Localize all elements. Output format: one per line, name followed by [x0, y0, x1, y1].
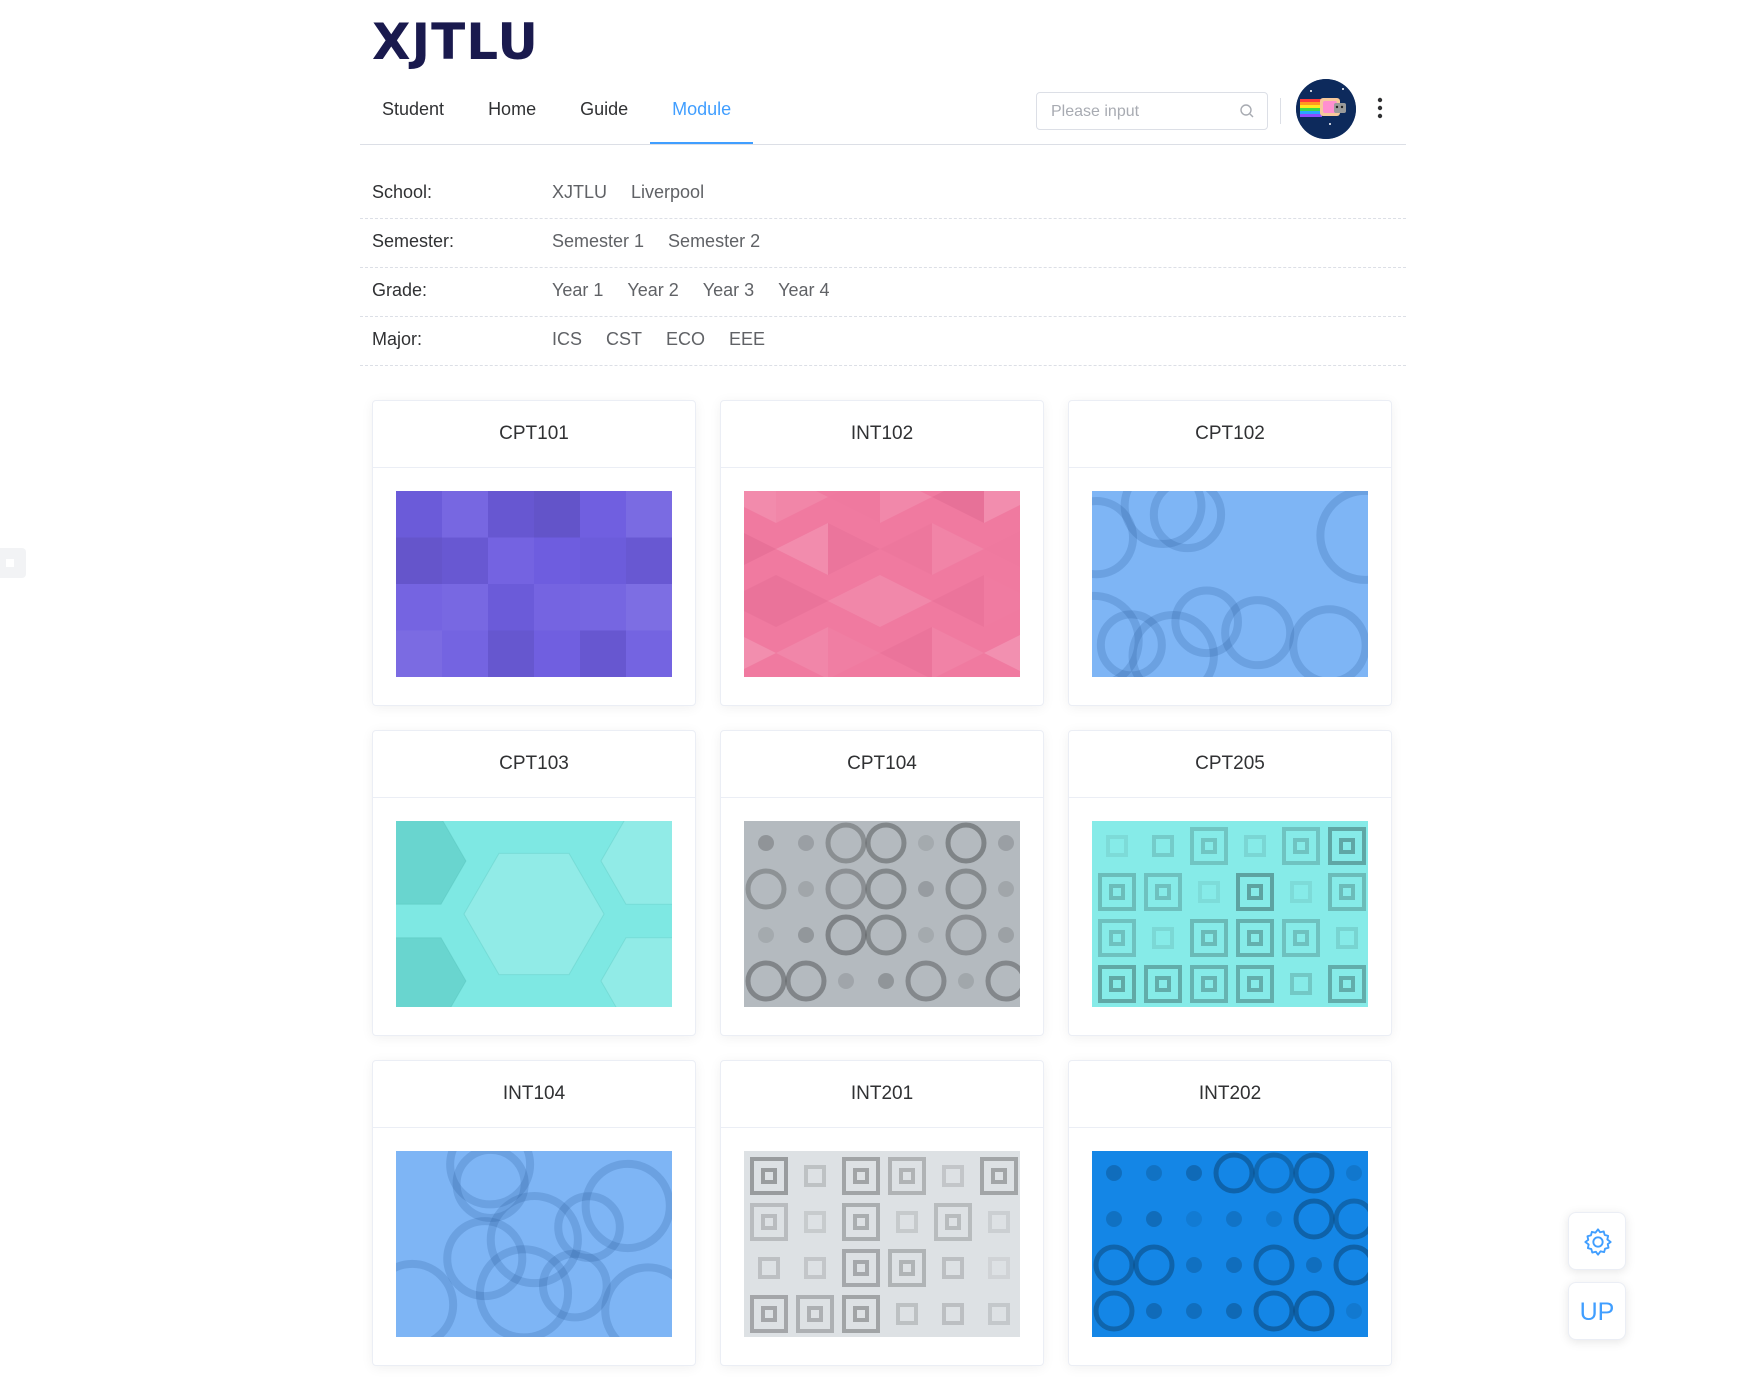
avatar-image: [1296, 79, 1356, 139]
divider: [1280, 98, 1281, 124]
module-cover-image: [1092, 821, 1368, 1007]
filter-option[interactable]: Year 3: [703, 280, 754, 301]
nav-tabs: Student Home Guide Module: [360, 84, 754, 144]
nav-tab-module[interactable]: Module: [650, 84, 754, 144]
module-cover-image: [396, 491, 672, 677]
filter-option[interactable]: Semester 1: [552, 231, 644, 252]
search-input[interactable]: [1049, 101, 1233, 123]
top-navbar: Student Home Guide Module: [360, 79, 1406, 145]
module-code: CPT103: [373, 731, 695, 798]
module-cover-image: [1092, 1151, 1368, 1337]
gear-icon: [1584, 1228, 1612, 1256]
module-code: INT202: [1069, 1061, 1391, 1128]
module-card[interactable]: CPT205: [1068, 730, 1392, 1036]
module-card[interactable]: INT104: [372, 1060, 696, 1366]
filter-label: Grade:: [372, 280, 428, 300]
module-card[interactable]: CPT103: [372, 730, 696, 1036]
nav-tab-home[interactable]: Home: [466, 84, 558, 144]
filter-option[interactable]: Year 2: [627, 280, 678, 301]
filter-option[interactable]: Semester 2: [668, 231, 760, 252]
filter-label: School:: [372, 182, 433, 202]
module-grid: CPT101 INT102 CPT102 CPT103 CPT104 CPT20…: [372, 400, 1396, 1366]
module-cover-image: [744, 1151, 1020, 1337]
module-card[interactable]: CPT102: [1068, 400, 1392, 706]
nav-tab-guide[interactable]: Guide: [558, 84, 650, 144]
filter-option[interactable]: ECO: [666, 329, 705, 350]
module-code: CPT101: [373, 401, 695, 468]
module-code: CPT104: [721, 731, 1043, 798]
module-code: CPT205: [1069, 731, 1391, 798]
filter-row-school: School: XJTLU Liverpool: [360, 170, 1406, 219]
filter-option[interactable]: Year 1: [552, 280, 603, 301]
side-drawer-handle[interactable]: [0, 548, 26, 578]
filter-row-major: Major: ICS CST ECO EEE: [360, 317, 1406, 366]
filter-option[interactable]: EEE: [729, 329, 765, 350]
module-code: CPT102: [1069, 401, 1391, 468]
module-cover-image: [396, 1151, 672, 1337]
filter-panel: School: XJTLU Liverpool Semester: Semest…: [360, 170, 1406, 366]
filter-row-semester: Semester: Semester 1 Semester 2: [360, 219, 1406, 268]
filter-label: Major:: [372, 329, 423, 349]
filter-option[interactable]: Year 4: [778, 280, 829, 301]
module-cover-image: [744, 821, 1020, 1007]
filter-label: Semester:: [372, 231, 455, 251]
module-card[interactable]: INT201: [720, 1060, 1044, 1366]
module-code: INT104: [373, 1061, 695, 1128]
site-logo: XJTLU: [372, 13, 539, 71]
filter-option[interactable]: Liverpool: [631, 182, 704, 203]
user-avatar[interactable]: [1296, 79, 1356, 139]
module-card[interactable]: CPT101: [372, 400, 696, 706]
module-code: INT102: [721, 401, 1043, 468]
nav-tab-student[interactable]: Student: [360, 84, 466, 144]
module-cover-image: [396, 821, 672, 1007]
search-icon[interactable]: [1239, 103, 1255, 119]
filter-option[interactable]: CST: [606, 329, 642, 350]
module-card[interactable]: CPT104: [720, 730, 1044, 1036]
filter-row-grade: Grade: Year 1 Year 2 Year 3 Year 4: [360, 268, 1406, 317]
module-cover-image: [744, 491, 1020, 677]
module-cover-image: [1092, 491, 1368, 677]
module-code: INT201: [721, 1061, 1043, 1128]
module-card[interactable]: INT102: [720, 400, 1044, 706]
search-box: [1036, 92, 1268, 130]
settings-button[interactable]: [1568, 1212, 1626, 1270]
filter-option[interactable]: XJTLU: [552, 182, 607, 203]
filter-option[interactable]: ICS: [552, 329, 582, 350]
scroll-to-top-button[interactable]: UP: [1568, 1282, 1626, 1340]
more-vertical-icon[interactable]: [1370, 94, 1390, 124]
module-card[interactable]: INT202: [1068, 1060, 1392, 1366]
